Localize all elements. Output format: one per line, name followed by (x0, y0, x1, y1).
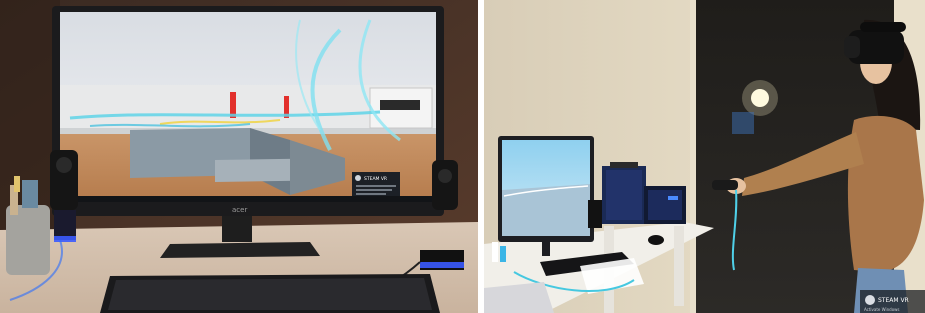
photo-collage: STEAM VR acer STEAM VR Activate Windows (0, 0, 925, 313)
keyboard (100, 274, 440, 313)
taskbar (60, 196, 436, 202)
left-speaker (50, 150, 78, 242)
activate-windows-text: Activate Windows (864, 307, 900, 312)
desktop-monitor (498, 136, 594, 256)
vr-controller (712, 180, 738, 190)
steamvr-popup-title: STEAM VR (364, 176, 387, 182)
monitor-brand-label: acer (232, 206, 247, 214)
steamvr-logo-text: STEAM VR (878, 297, 909, 304)
link-box (644, 186, 686, 224)
steamvr-logo: STEAM VR Activate Windows (860, 290, 925, 313)
desk-monitor-illustration: STEAM VR acer (0, 0, 478, 313)
desk-monitor-photo: STEAM VR acer (0, 0, 478, 313)
vr-user-photo: STEAM VR Activate Windows (484, 0, 925, 313)
steam-icon (865, 295, 875, 305)
vr-scene-screen: STEAM VR (60, 12, 436, 202)
vr-user-illustration: STEAM VR Activate Windows (484, 0, 925, 313)
mouse (648, 235, 664, 245)
pc-tower (602, 162, 646, 224)
